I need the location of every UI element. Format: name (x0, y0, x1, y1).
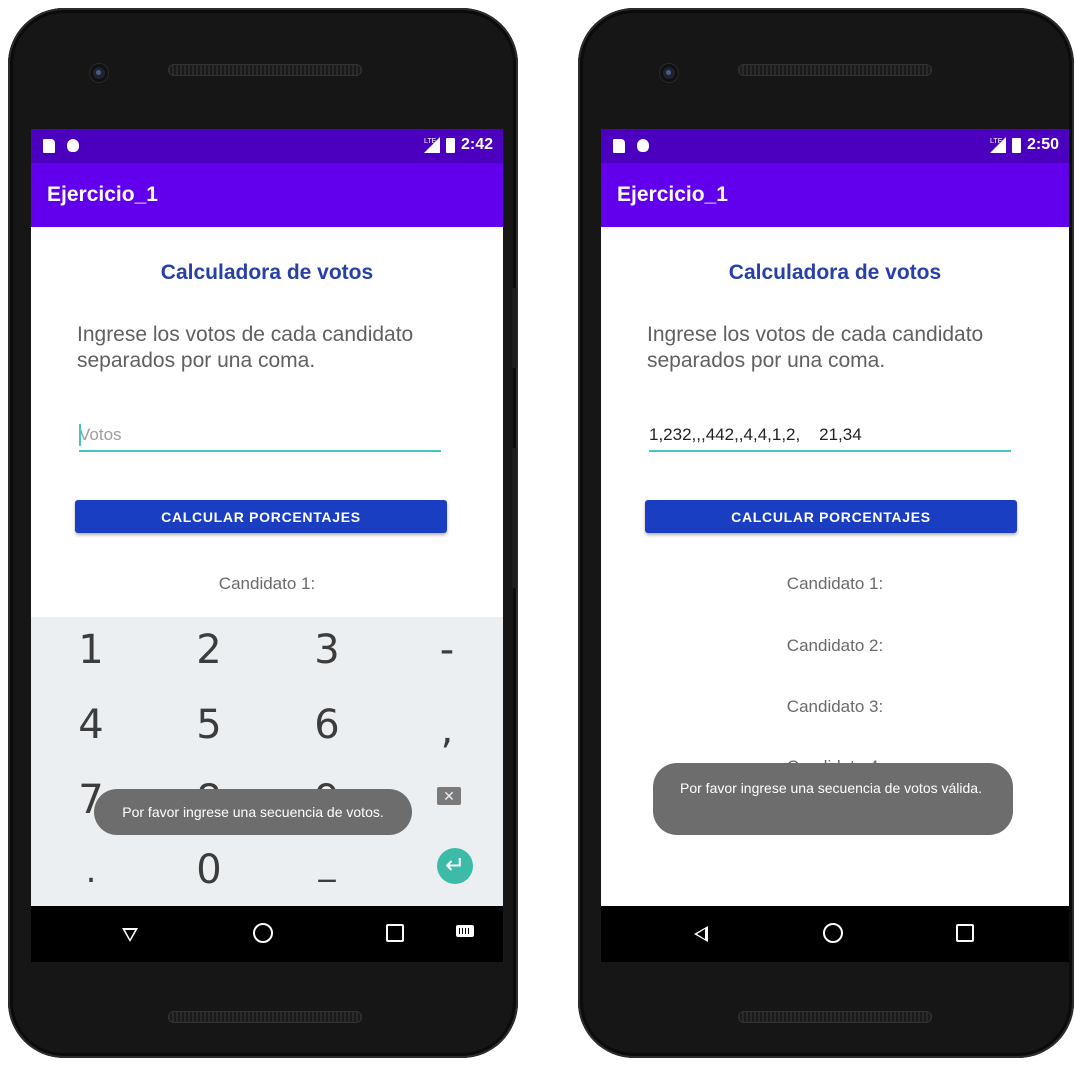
battery-icon (1011, 137, 1021, 153)
toast-message: Por favor ingrese una secuencia de votos… (94, 789, 412, 835)
instruction-text: Ingrese los votos de cada candidato sepa… (647, 323, 984, 372)
page-heading: Calculadora de votos (160, 261, 374, 284)
signal-icon: LTE (989, 137, 1006, 153)
bottom-speaker (738, 1011, 932, 1023)
android-debug-icon (637, 139, 649, 152)
key-3[interactable]: 3 (287, 627, 367, 673)
key-5[interactable]: 5 (169, 702, 249, 748)
candidate-result-3: Candidato 3: (786, 697, 884, 716)
keyboard-switch-icon[interactable] (456, 925, 474, 937)
lte-label: LTE (423, 138, 437, 145)
key-4[interactable]: 4 (51, 702, 131, 748)
text-cursor (79, 424, 81, 446)
lte-label: LTE (989, 138, 1003, 145)
phone-right: LTE 2:50 Ejercicio_1 Calculadora de voto… (578, 8, 1074, 1058)
home-icon[interactable] (253, 923, 273, 943)
calculate-percentages-button[interactable]: CALCULAR PORCENTAJES (645, 500, 1017, 533)
status-bar: LTE 2:50 (601, 129, 1069, 163)
candidate-result-1: Candidato 1: (786, 574, 884, 593)
candidate-result-2: Candidato 2: (786, 636, 884, 655)
front-camera-icon (660, 64, 678, 82)
battery-icon (445, 137, 455, 153)
status-time: 2:50 (1026, 136, 1059, 153)
sd-card-icon (43, 139, 55, 153)
signal-icon: LTE (423, 137, 440, 153)
key-6[interactable]: 6 (287, 702, 367, 748)
earpiece-speaker (168, 64, 362, 76)
screen-right: LTE 2:50 Ejercicio_1 Calculadora de voto… (601, 129, 1069, 906)
home-icon[interactable] (823, 923, 843, 943)
volume-button (512, 448, 517, 588)
screen-left: LTE 2:42 Ejercicio_1 Calculadora de voto… (31, 129, 503, 906)
votes-input[interactable] (79, 420, 441, 452)
bottom-speaker (168, 1011, 362, 1023)
key-comma[interactable]: , (407, 707, 487, 753)
backspace-key-icon[interactable]: ✕ (437, 787, 461, 805)
calculate-percentages-button[interactable]: CALCULAR PORCENTAJES (75, 500, 447, 533)
front-camera-icon (90, 64, 108, 82)
back-down-icon[interactable] (122, 928, 138, 942)
key-2[interactable]: 2 (169, 627, 249, 673)
key-period[interactable]: . (51, 851, 131, 891)
key-1[interactable]: 1 (51, 627, 131, 673)
back-icon[interactable] (694, 926, 708, 942)
votes-input[interactable] (649, 420, 1011, 452)
app-title: Ejercicio_1 (601, 163, 1069, 227)
key-0[interactable]: 0 (169, 847, 249, 893)
key-minus[interactable]: - (407, 627, 487, 673)
status-bar: LTE 2:42 (31, 129, 503, 163)
phone-left: LTE 2:42 Ejercicio_1 Calculadora de voto… (8, 8, 518, 1058)
key-underscore[interactable]: _ (287, 843, 367, 883)
power-button (512, 288, 517, 368)
app-title: Ejercicio_1 (31, 163, 503, 227)
instruction-text: Ingrese los votos de cada candidato sepa… (77, 323, 414, 372)
numeric-keyboard: 1 2 3 - 4 5 6 , 7 8 9 ✕ . 0 _ ↵ (31, 617, 503, 906)
enter-key-icon[interactable]: ↵ (437, 848, 473, 884)
page-heading: Calculadora de votos (728, 261, 942, 284)
candidate-result-1: Candidato 1: (218, 574, 316, 593)
status-time: 2:42 (460, 136, 493, 153)
recents-icon[interactable] (386, 924, 404, 942)
recents-icon[interactable] (956, 924, 974, 942)
toast-message: Por favor ingrese una secuencia de votos… (653, 763, 1013, 835)
earpiece-speaker (738, 64, 932, 76)
android-debug-icon (67, 139, 79, 152)
sd-card-icon (613, 139, 625, 153)
